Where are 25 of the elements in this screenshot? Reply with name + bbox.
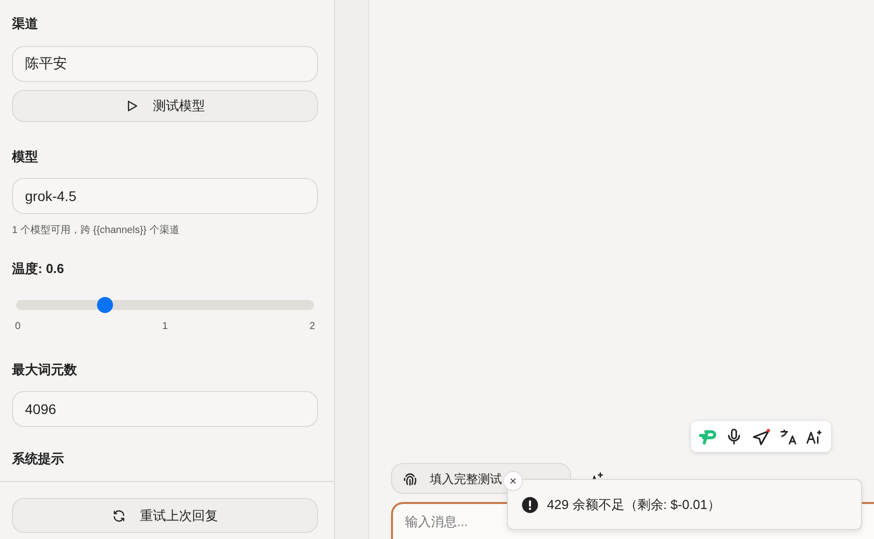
tick-label: 0 xyxy=(15,320,21,334)
channel-field[interactable]: 陈平安 xyxy=(12,46,318,82)
max-tokens-field[interactable]: 4096 xyxy=(12,391,318,427)
text-sparkle-icon[interactable] xyxy=(805,428,823,446)
translate-icon[interactable] xyxy=(779,428,797,446)
send-icon[interactable] xyxy=(751,428,771,446)
tick-label: 2 xyxy=(309,320,315,334)
field-label: 渠道 xyxy=(12,15,39,33)
field-label: 最大词元数 xyxy=(12,360,78,378)
slider-thumb[interactable] xyxy=(97,296,114,312)
microphone-icon[interactable] xyxy=(725,428,743,446)
retry-button[interactable]: 重试上次回复 xyxy=(12,498,318,533)
tick-label: 1 xyxy=(162,320,168,334)
hint-text: 1 个模型可用，跨 {{channels}} 个渠道 xyxy=(12,224,180,238)
toast-message: 429 余额不足（剩余: $-0.01） xyxy=(547,496,720,514)
slider-track[interactable] xyxy=(16,300,314,310)
test-model-button[interactable]: 测试模型 xyxy=(12,90,318,122)
slider-label: 温度: 0.6 xyxy=(12,260,66,278)
play-icon xyxy=(125,98,139,112)
fingerprint-icon xyxy=(402,470,418,486)
field-label: 模型 xyxy=(12,148,39,166)
model-field[interactable]: grok-4.5 xyxy=(12,178,318,214)
field-label: 系统提示 xyxy=(12,450,65,468)
alert-icon xyxy=(522,496,538,512)
refresh-icon xyxy=(112,508,126,522)
